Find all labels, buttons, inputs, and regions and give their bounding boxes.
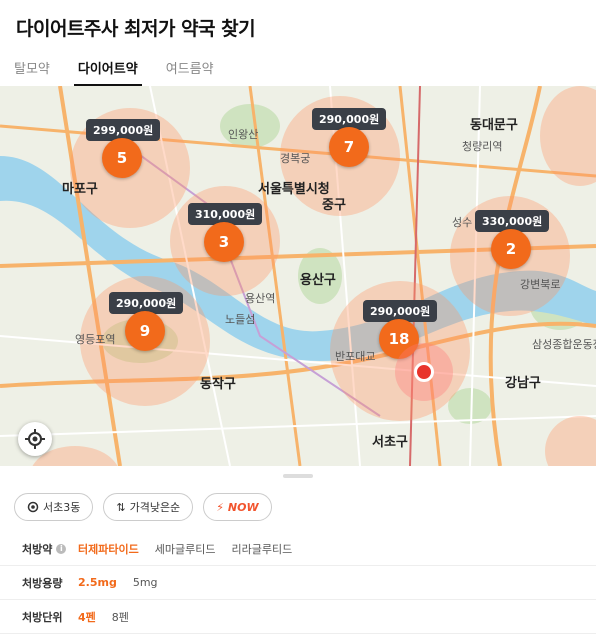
dose-option-2-5mg[interactable]: 2.5mg <box>78 576 117 589</box>
tab-acne[interactable]: 여드름약 <box>152 50 228 86</box>
bolt-icon: ⚡ <box>216 500 224 514</box>
drug-option-row: 처방약 i 터제파타이드 세마글루티드 리라글루티드 <box>0 532 596 566</box>
unit-option-label: 처방단위 <box>22 610 63 624</box>
map-label-noryangjin: 노들섬 <box>225 313 256 326</box>
map-label-dongjak: 동작구 <box>200 377 236 392</box>
map-label-mapo: 마포구 <box>62 182 98 197</box>
cluster-marker[interactable]: 9 <box>125 311 165 351</box>
map-label-jung: 중구 <box>322 198 346 213</box>
unit-option-4pen[interactable]: 4펜 <box>78 609 96 625</box>
map-label-samseong: 삼성종합운동장 <box>532 338 596 351</box>
unit-option-row: 처방단위 4펜 8펜 <box>0 600 596 634</box>
location-filter-chip[interactable]: 서초3동 <box>14 493 94 521</box>
dose-option-label: 처방용량 <box>22 576 63 590</box>
crosshair-icon <box>25 429 45 449</box>
map-label-yeongdeungpo: 영등포역 <box>75 333 116 346</box>
target-icon <box>27 501 39 513</box>
map-label-dongdaemun: 동대문구 <box>470 118 518 133</box>
now-filter-label: NOW <box>227 500 259 514</box>
category-tabs: 탈모약 다이어트약 여드름약 <box>0 50 596 86</box>
map-label-inwangsan: 인왕산 <box>228 128 259 141</box>
map-label-seongsu: 성수 <box>452 216 473 229</box>
map-label-yongsan-station: 용산역 <box>245 292 276 305</box>
cluster-marker[interactable]: 3 <box>204 222 244 262</box>
map-label-seocho: 서초구 <box>372 435 408 450</box>
map[interactable]: 서울특별시청 용산구 동작구 강남구 서초구 중구 동대문구 마포구 청량리역 … <box>0 86 596 466</box>
cluster-marker[interactable]: 7 <box>329 127 369 167</box>
map-label-cheongnyangni: 청량리역 <box>462 140 503 153</box>
map-label-gangnam: 강남구 <box>505 376 541 391</box>
drug-option-tirzepatide[interactable]: 터제파타이드 <box>78 541 139 557</box>
sort-filter-chip[interactable]: ⇅ 가격낮은순 <box>103 493 194 521</box>
tab-diet[interactable]: 다이어트약 <box>64 50 152 86</box>
dose-option-row: 처방용량 2.5mg 5mg <box>0 566 596 600</box>
cluster-marker[interactable]: 5 <box>102 138 142 178</box>
drug-option-liraglutide[interactable]: 리라글루티드 <box>231 541 292 557</box>
current-location-dot <box>414 362 434 382</box>
map-label-yongsan: 용산구 <box>300 273 336 288</box>
cluster-marker[interactable]: 2 <box>491 229 531 269</box>
tab-hair-loss[interactable]: 탈모약 <box>0 50 64 86</box>
info-icon[interactable]: i <box>56 543 67 554</box>
header: 다이어트주사 최저가 약국 찾기 탈모약 다이어트약 여드름약 <box>0 0 596 86</box>
sort-arrows-icon: ⇅ <box>116 500 126 514</box>
map-label-gangbyeon: 강변북로 <box>520 278 561 291</box>
dose-option-5mg[interactable]: 5mg <box>133 576 158 589</box>
drug-option-label-text: 처방약 <box>22 542 53 556</box>
now-filter-chip[interactable]: ⚡ NOW <box>203 493 272 521</box>
filter-chips: 서초3동 ⇅ 가격낮은순 ⚡ NOW <box>14 493 272 521</box>
drug-option-semaglutide[interactable]: 세마글루티드 <box>155 541 216 557</box>
drug-option-label: 처방약 i <box>0 541 78 557</box>
map-label-gyeongbokgung: 경복궁 <box>280 152 311 165</box>
map-label-city-hall: 서울특별시청 <box>258 182 330 197</box>
unit-option-8pen[interactable]: 8펜 <box>112 609 129 625</box>
page-title: 다이어트주사 최저가 약국 찾기 <box>16 18 256 40</box>
sort-filter-label: 가격낮은순 <box>129 501 181 514</box>
map-label-banpo: 반포대교 <box>335 350 376 363</box>
sheet-handle[interactable] <box>283 474 313 478</box>
gps-locate-button[interactable] <box>18 422 52 456</box>
location-filter-label: 서초3동 <box>43 501 81 514</box>
